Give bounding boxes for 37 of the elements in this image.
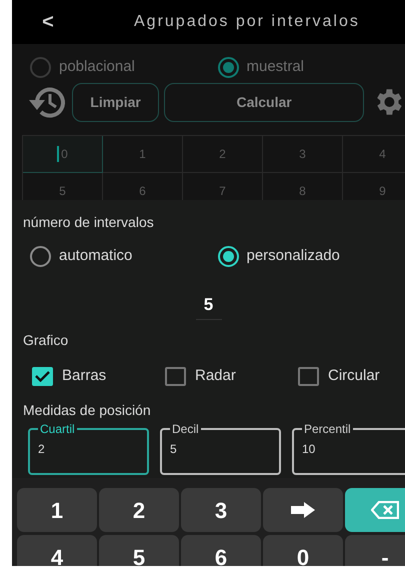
- radio-label: automatico: [59, 246, 132, 266]
- clear-button[interactable]: Limpiar: [72, 82, 160, 122]
- checkbox-label: Circular: [328, 366, 380, 386]
- key[interactable]: 3: [181, 488, 261, 532]
- key[interactable]: 1: [17, 488, 97, 532]
- checkbox[interactable]: [32, 366, 53, 386]
- radio-button[interactable]: [30, 56, 51, 78]
- number-field[interactable]: Cuartil 2: [28, 422, 149, 474]
- radio-label: personalizado: [246, 246, 340, 266]
- radio-button[interactable]: [218, 56, 238, 78]
- next-key[interactable]: [263, 488, 343, 532]
- section-label: número de intervalos: [23, 213, 155, 232]
- radio-button[interactable]: [30, 246, 51, 267]
- key[interactable]: 5: [99, 535, 179, 566]
- backspace-icon: [371, 501, 399, 519]
- key[interactable]: -: [345, 535, 405, 566]
- section-label: Grafico: [23, 331, 70, 350]
- checkbox-label: Radar: [195, 366, 236, 386]
- number-field[interactable]: Decil 5: [160, 422, 281, 474]
- key[interactable]: 6: [181, 535, 261, 566]
- interval-count-field[interactable]: 5: [196, 292, 222, 320]
- arrow-right-icon: [290, 502, 316, 518]
- radio-label: poblacional: [59, 57, 135, 77]
- key[interactable]: 2: [99, 488, 179, 532]
- radio-button[interactable]: [218, 246, 238, 267]
- backspace-key[interactable]: [345, 488, 405, 532]
- checkbox[interactable]: [298, 366, 319, 386]
- back-button[interactable]: <: [38, 7, 58, 37]
- checkbox[interactable]: [165, 366, 186, 386]
- section-label: Medidas de posición: [23, 400, 152, 420]
- radio-label: muestral: [246, 57, 304, 77]
- screen-title: Agrupados por intervalos: [134, 12, 360, 32]
- calculate-button[interactable]: Calcular: [164, 82, 364, 122]
- number-field[interactable]: Percentil 10: [292, 422, 405, 474]
- key[interactable]: 0: [263, 535, 343, 566]
- checkbox-label: Barras: [62, 366, 106, 386]
- key[interactable]: 4: [17, 535, 97, 566]
